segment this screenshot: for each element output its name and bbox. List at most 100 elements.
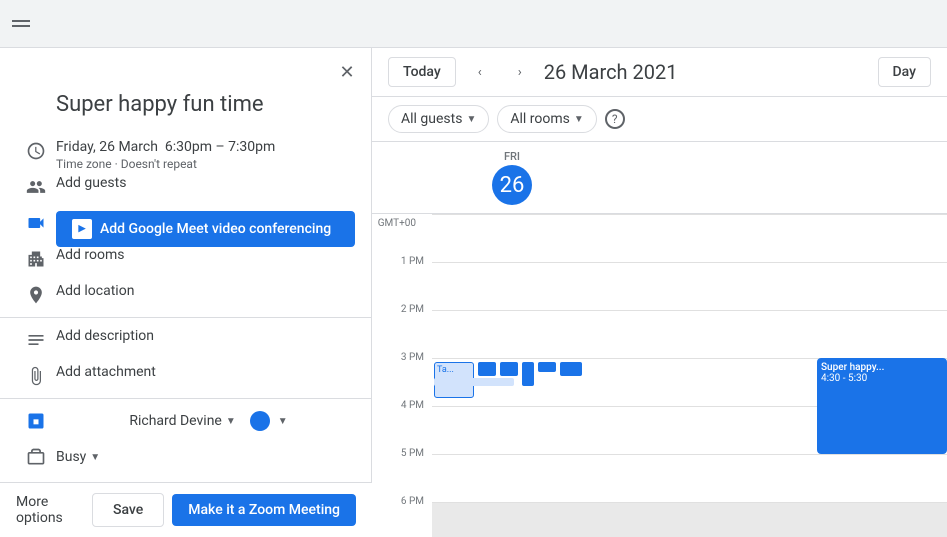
- guests-filter-chevron-icon: ▼: [466, 114, 476, 125]
- calendar-date-title: 26 March 2021: [544, 60, 870, 84]
- briefcase-icon: [26, 447, 46, 467]
- date-time-text: Friday, 26 March 6:30pm – 7:30pm: [56, 139, 355, 155]
- next-button[interactable]: ›: [504, 56, 536, 88]
- add-attachment-link[interactable]: Add attachment: [56, 364, 355, 380]
- events-column: Ta... Super happy... 4:30 - 5:30: [432, 214, 947, 537]
- status-icon-col: [16, 445, 56, 467]
- day-header: FRI 26: [372, 142, 947, 214]
- add-guests-content[interactable]: Add guests: [56, 175, 355, 191]
- guests-icon-col: [16, 175, 56, 197]
- datetime-content: Friday, 26 March 6:30pm – 7:30pm Time zo…: [56, 139, 355, 171]
- bottom-bar: More options Save Make it a Zoom Meeting: [0, 482, 372, 537]
- description-icon-col: [16, 328, 56, 350]
- event-block-5[interactable]: [538, 362, 556, 372]
- status-chevron-icon: ▼: [90, 452, 100, 463]
- video-icon: [26, 213, 46, 233]
- right-panel: Today ‹ › 26 March 2021 Day All guests ▼…: [372, 48, 947, 537]
- add-location-row[interactable]: Add location: [0, 277, 371, 313]
- add-rooms-row[interactable]: Add rooms: [0, 241, 371, 277]
- zoom-meeting-button[interactable]: Make it a Zoom Meeting: [172, 494, 356, 526]
- attachment-icon-col: [16, 364, 56, 386]
- day-abbreviation: FRI: [504, 150, 520, 163]
- left-panel: ✕ Super happy fun time Friday, 26 March …: [0, 48, 372, 537]
- status-dropdown[interactable]: Busy ▼: [56, 445, 355, 469]
- hour-line-5: [432, 454, 947, 502]
- event-block-7[interactable]: [434, 378, 514, 386]
- add-guests-link[interactable]: Add guests: [56, 175, 355, 191]
- meet-logo: ▶: [72, 219, 92, 239]
- rooms-filter-chevron-icon: ▼: [574, 114, 584, 125]
- blocked-time-block: [432, 502, 947, 537]
- meet-icon-col: [16, 211, 56, 233]
- main-event-title: Super happy...: [821, 362, 943, 373]
- add-attachment-row[interactable]: Add attachment: [0, 358, 371, 394]
- status-label: Busy: [56, 449, 86, 465]
- event-block-4[interactable]: [522, 362, 534, 386]
- calendar-header: Today ‹ › 26 March 2021 Day: [372, 48, 947, 97]
- guests-icon: [26, 177, 46, 197]
- color-chevron-icon: ▼: [278, 416, 288, 427]
- add-location-link[interactable]: Add location: [56, 283, 355, 299]
- more-options-link[interactable]: More options: [16, 494, 84, 526]
- divider-2: [0, 398, 371, 399]
- add-rooms-link[interactable]: Add rooms: [56, 247, 355, 263]
- hour-line-1: [432, 262, 947, 310]
- owner-content: Richard Devine ▼ ▼: [56, 409, 355, 433]
- event-block-3[interactable]: [500, 362, 518, 376]
- filter-bar: All guests ▼ All rooms ▼ ?: [372, 97, 947, 142]
- hour-line-2: [432, 310, 947, 358]
- time-6pm: 6 PM: [372, 502, 432, 537]
- location-icon: [26, 285, 46, 305]
- location-icon-col: [16, 283, 56, 305]
- time-gmt: GMT+00: [372, 214, 432, 262]
- calendar-owner-row: Richard Devine ▼ ▼: [0, 403, 371, 439]
- calendar-body: FRI 26 GMT+00 1 PM 2 PM 3 PM 4 PM 5 PM: [372, 142, 947, 537]
- close-button[interactable]: ✕: [331, 56, 363, 88]
- drag-handle[interactable]: [8, 16, 34, 31]
- status-row: Busy ▼: [0, 439, 371, 475]
- time-grid: GMT+00 1 PM 2 PM 3 PM 4 PM 5 PM 6 PM 7 P…: [372, 214, 947, 537]
- all-rooms-dropdown[interactable]: All rooms ▼: [497, 105, 596, 133]
- add-description-row[interactable]: Add description: [0, 322, 371, 358]
- day-column-header: FRI 26: [492, 150, 532, 205]
- event-block-main[interactable]: Super happy... 4:30 - 5:30: [817, 358, 947, 454]
- rooms-icon-col: [16, 247, 56, 269]
- gmt-label: GMT+00: [378, 214, 424, 229]
- event-block-2[interactable]: [478, 362, 496, 376]
- time-4pm: 4 PM: [372, 406, 432, 454]
- status-content: Busy ▼: [56, 445, 355, 469]
- hour-line-0: [432, 214, 947, 262]
- event-block-6[interactable]: [560, 362, 582, 376]
- main-layout: ✕ Super happy fun time Friday, 26 March …: [0, 48, 947, 537]
- main-event-time: 4:30 - 5:30: [821, 373, 943, 384]
- time-1pm: 1 PM: [372, 262, 432, 310]
- save-button[interactable]: Save: [92, 493, 164, 527]
- add-location-content[interactable]: Add location: [56, 283, 355, 299]
- calendar-owner-dropdown[interactable]: Richard Devine ▼: [123, 409, 241, 433]
- calendar-icon-col: [16, 409, 56, 431]
- description-icon: [26, 330, 46, 350]
- clock-icon-col: [16, 139, 56, 161]
- prev-button[interactable]: ‹: [464, 56, 496, 88]
- top-bar: [0, 0, 947, 48]
- add-description-link[interactable]: Add description: [56, 328, 355, 344]
- clock-icon: [26, 141, 46, 161]
- all-guests-dropdown[interactable]: All guests ▼: [388, 105, 489, 133]
- time-column: GMT+00 1 PM 2 PM 3 PM 4 PM 5 PM 6 PM 7 P…: [372, 214, 432, 537]
- add-guests-row[interactable]: Add guests: [0, 169, 371, 205]
- filter-help-icon[interactable]: ?: [605, 109, 625, 129]
- add-attachment-content[interactable]: Add attachment: [56, 364, 355, 380]
- meet-row: ▶ Add Google Meet video conferencing: [0, 205, 371, 241]
- all-guests-label: All guests: [401, 111, 462, 127]
- day-view-button[interactable]: Day: [878, 57, 931, 87]
- add-description-content[interactable]: Add description: [56, 328, 355, 344]
- event-title: Super happy fun time: [0, 88, 371, 133]
- day-number-circle[interactable]: 26: [492, 165, 532, 205]
- calendar-owner-label: Richard Devine: [129, 413, 222, 429]
- building-icon: [26, 249, 46, 269]
- time-2pm: 2 PM: [372, 310, 432, 358]
- datetime-row: Friday, 26 March 6:30pm – 7:30pm Time zo…: [0, 133, 371, 169]
- add-rooms-content[interactable]: Add rooms: [56, 247, 355, 263]
- today-button[interactable]: Today: [388, 57, 456, 87]
- color-picker-button[interactable]: [250, 411, 270, 431]
